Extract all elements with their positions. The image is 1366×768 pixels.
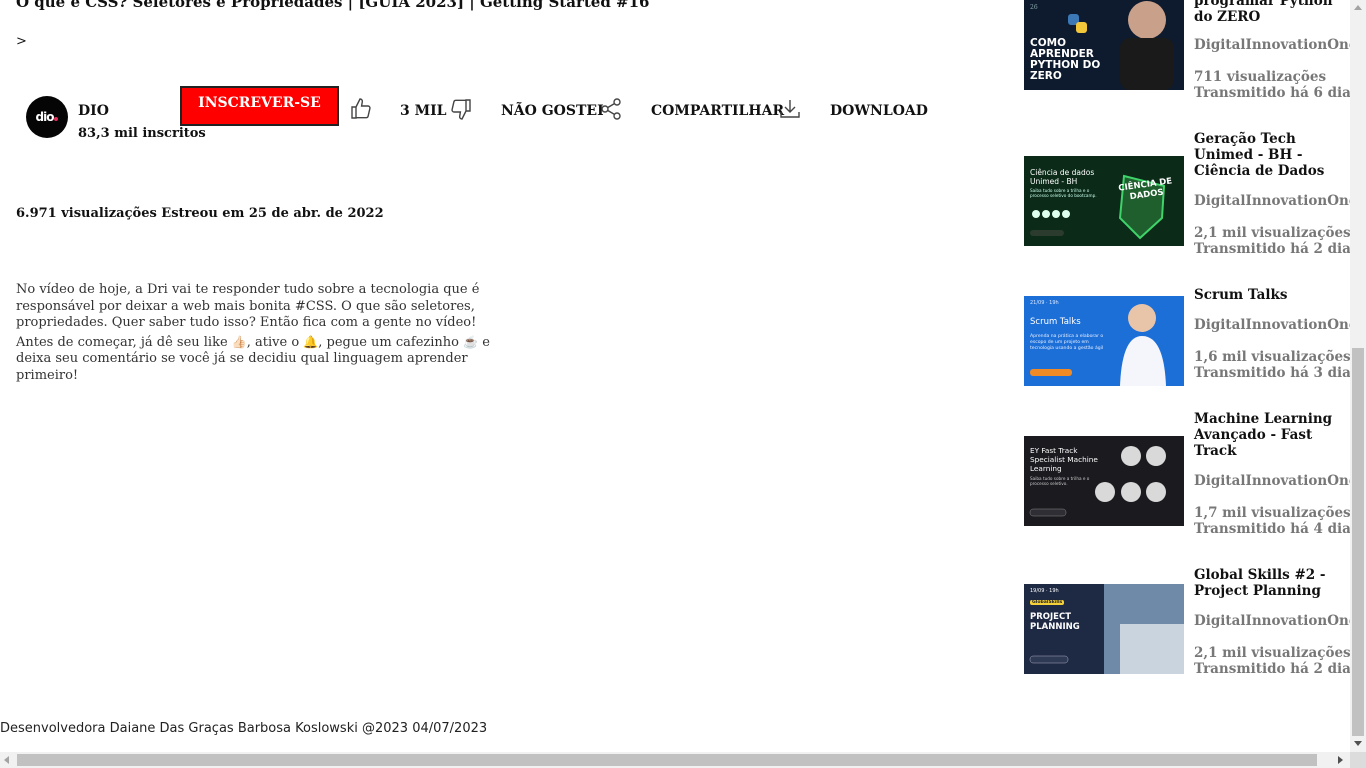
rec-time: Transmitido há 4 dias — [1194, 521, 1359, 537]
rec-channel[interactable]: DigitalInnovationOne — [1194, 613, 1357, 629]
thumb-caption: EY Fast Track Specialist Machine Learnin… — [1030, 446, 1098, 473]
horizontal-scroll-thumb[interactable] — [17, 754, 1317, 766]
video-thumbnail[interactable]: 21/09 · 19h Scrum Talks Aprenda na práti… — [1024, 296, 1184, 386]
rec-views: 1,6 mil visualizações — [1194, 349, 1351, 365]
horizontal-scrollbar[interactable] — [0, 752, 1350, 768]
rec-time: Transmitido há 6 dias — [1194, 85, 1359, 101]
thumb-caption: Ciência de dados Unimed - BH — [1030, 168, 1095, 186]
thumb-sub: Aprenda na prática a elaborar o escopo d… — [1030, 334, 1104, 351]
thumb-tag: GlobalSkills — [1030, 600, 1065, 605]
scroll-right-arrow-icon[interactable] — [1338, 756, 1343, 764]
thumb-caption: Scrum Talks — [1030, 317, 1081, 327]
rec-channel[interactable]: DigitalInnovationOne — [1194, 473, 1357, 489]
rec-views: 1,7 mil visualizações — [1194, 505, 1351, 521]
rec-time: Transmitido há 2 dias — [1194, 241, 1359, 257]
subscriber-count: 83,3 mil inscritos — [78, 126, 206, 141]
rec-time: Transmitido há 3 dias — [1194, 365, 1359, 381]
vertical-scroll-thumb[interactable] — [1352, 348, 1364, 736]
video-thumbnail[interactable]: Ciência de dados Unimed - BH Saiba tudo … — [1024, 156, 1184, 246]
share-label[interactable]: COMPARTILHAR — [651, 103, 784, 119]
download-icon[interactable] — [778, 97, 802, 121]
avatar-logo: dio — [36, 110, 59, 124]
bell-emoji-icon: 🔔 — [303, 334, 319, 349]
thumb-sub: Saiba tudo sobre a trilha e o processo s… — [1030, 476, 1090, 486]
rec-title[interactable]: Scrum Talks — [1194, 287, 1334, 303]
thumb-caption: COMO APRENDER PYTHON DO ZERO — [1030, 37, 1101, 82]
video-thumbnail[interactable]: 19/09 · 19h GlobalSkills PROJECT PLANNIN… — [1024, 584, 1184, 674]
dislike-label[interactable]: NÃO GOSTEI — [501, 103, 604, 119]
video-description: No vídeo de hoje, a Dri vai te responder… — [16, 282, 526, 386]
rec-title[interactable]: programar Python do ZERO — [1194, 0, 1334, 25]
thumbs-up-icon[interactable] — [349, 97, 373, 121]
subscribe-button[interactable]: INSCREVER-SE — [180, 86, 339, 126]
share-icon[interactable] — [599, 97, 623, 121]
like-emoji-icon: 👍🏻 — [231, 334, 247, 349]
rec-views: 711 visualizações — [1194, 69, 1327, 85]
like-count[interactable]: 3 MIL — [400, 103, 447, 119]
thumbs-down-icon[interactable] — [449, 97, 473, 121]
description-paragraph: No vídeo de hoje, a Dri vai te responder… — [16, 282, 480, 330]
scroll-down-arrow-icon[interactable] — [1354, 741, 1362, 746]
channel-name[interactable]: DIO — [78, 103, 109, 119]
breadcrumb-arrow: > — [16, 34, 27, 49]
thumb-sub: Saiba tudo sobre a trilha e o processo s… — [1030, 188, 1097, 198]
video-thumbnail[interactable]: EY Fast Track Specialist Machine Learnin… — [1024, 436, 1184, 526]
scrollbar-corner — [1350, 752, 1366, 768]
video-thumbnail[interactable]: 26 COMO APRENDER PYTHON DO ZERO — [1024, 0, 1184, 90]
coffee-emoji-icon: ☕ — [463, 334, 479, 349]
channel-avatar[interactable]: dio — [26, 96, 68, 138]
rec-time: Transmitido há 2 dias — [1194, 661, 1359, 677]
page-footer: Desenvolvedora Daiane Das Graças Barbosa… — [0, 721, 488, 736]
video-title: O que é CSS? Seletores e Propriedades | … — [16, 0, 650, 11]
download-label[interactable]: DOWNLOAD — [830, 103, 928, 119]
thumb-date: 19/09 · 19h — [1030, 588, 1059, 594]
rec-channel[interactable]: DigitalInnovationOne — [1194, 37, 1357, 53]
scroll-left-arrow-icon[interactable] — [4, 756, 9, 764]
rec-views: 2,1 mil visualizações — [1194, 225, 1351, 241]
rec-title[interactable]: Machine Learning Avançado - Fast Track — [1194, 411, 1334, 459]
thumb-caption: PROJECT PLANNING — [1030, 612, 1080, 632]
scroll-up-arrow-icon[interactable] — [1354, 5, 1362, 10]
rec-title[interactable]: Global Skills #2 - Project Planning — [1194, 567, 1334, 599]
video-stats: 6.971 visualizações Estreou em 25 de abr… — [16, 206, 384, 221]
rec-views: 2,1 mil visualizações — [1194, 645, 1351, 661]
thumb-date: 21/09 · 19h — [1030, 300, 1059, 306]
rec-channel[interactable]: DigitalInnovationOne — [1194, 317, 1357, 333]
rec-title[interactable]: Geração Tech Unimed - BH - Ciência de Da… — [1194, 131, 1334, 179]
thumb-small: 26 — [1030, 4, 1038, 11]
description-paragraph: Antes de começar, já dê seu like 👍🏻, ati… — [16, 334, 490, 383]
rec-channel[interactable]: DigitalInnovationOne — [1194, 193, 1357, 209]
vertical-scrollbar[interactable] — [1350, 0, 1366, 752]
